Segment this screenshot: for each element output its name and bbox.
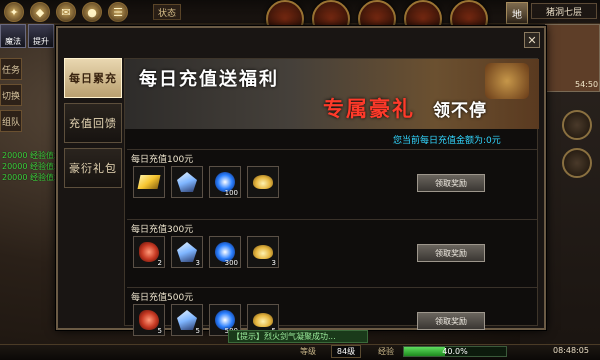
treasure-chest-icon [485,63,529,99]
recharge-dialog: ✕ 每日累充 充值回馈 豪衍礼包 每日充值送福利 专属豪礼 领不停 您当前每日充… [56,26,546,336]
system-notice: 【提示】烈火剑气凝聚成功... [228,330,368,343]
left-tabs: 任务 切换 组队 [0,58,26,136]
left-tab-team[interactable]: 组队 [0,110,22,132]
banner-subtitle-white: 领不停 [433,101,487,121]
reward-item-slot[interactable]: 3 [247,236,279,268]
tab-daily-recharge[interactable]: 每日累充 [64,58,122,98]
tab-luxury-pack[interactable]: 豪衍礼包 [64,148,122,188]
sword-icon[interactable] [562,110,592,140]
level-label: 等级 [300,347,316,356]
bag-icon[interactable]: ◆ [30,2,50,22]
map-button[interactable]: 地 [506,2,528,24]
reward-item-slot[interactable]: 2 [133,236,165,268]
crystal-icon [177,172,197,192]
item-quantity: 5 [195,327,200,335]
gold-bar-icon [137,175,161,189]
item-quantity: 3 [271,259,276,267]
reward-item-slot[interactable] [133,166,165,198]
item-quantity: 5 [157,327,162,335]
reward-item-slot[interactable]: 3 [171,236,203,268]
item-row: 2 3 300 3 [133,236,279,268]
avatar-magic[interactable]: 魔法 [0,24,26,48]
red-stone-icon [139,310,159,330]
minimap-time: 54:50 [575,80,599,89]
gold-ingot-icon [253,313,273,327]
claim-button[interactable]: 领取奖励 [417,244,485,262]
claim-button[interactable]: 领取奖励 [417,312,485,330]
crystal-icon [177,242,197,262]
xp-bar: 40.0% [403,346,507,357]
xp-label: 经验 [378,347,394,356]
map-name: 猪洞七层 [531,3,597,19]
dialog-content: 每日充值送福利 专属豪礼 领不停 您当前每日充值金额为:0元 每日充值100元 … [124,58,539,336]
reward-item-slot[interactable] [171,166,203,198]
level-value: 84级 [331,345,361,358]
claim-button[interactable]: 领取奖励 [417,174,485,192]
item-row: 100 [133,166,279,198]
red-stone-icon [139,242,159,262]
right-icon-column [562,110,592,186]
clock: 08:48:05 [553,346,589,355]
banner-subtitle-red: 专属豪礼 [323,96,415,121]
reward-tier: 每日充值100元 100 领取奖励 [127,149,537,209]
gold-icon[interactable]: ● [82,2,102,22]
item-quantity: 2 [157,259,162,267]
gold-ingot-icon [253,175,273,189]
tier-title: 每日充值300元 [131,225,194,235]
reward-tier: 每日充值300元 2 3 300 3 领取奖励 [127,219,537,279]
crystal-icon [177,310,197,330]
skill-icon[interactable]: ✦ [4,2,24,22]
reward-item-slot[interactable]: 100 [209,166,241,198]
shield-icon[interactable] [562,148,592,178]
promo-banner: 每日充值送福利 专属豪礼 领不停 [125,59,539,129]
mail-icon[interactable]: ✉ [56,2,76,22]
reward-item-slot[interactable] [247,166,279,198]
left-tab-switch[interactable]: 切换 [0,84,22,106]
xp-percent: 40.0% [442,347,468,356]
reward-item-slot[interactable]: 5 [171,304,203,336]
reward-item-slot[interactable]: 5 [133,304,165,336]
item-quantity: 100 [224,189,238,197]
avatar-row: 魔法 提升 [0,24,54,50]
item-quantity: 3 [195,259,200,267]
close-button[interactable]: ✕ [524,32,540,48]
status-button[interactable]: 状态 [153,4,181,20]
recharge-total: 您当前每日充值金额为:0元 [393,136,501,146]
tier-title: 每日充值500元 [131,293,194,303]
tab-recharge-feedback[interactable]: 充值回馈 [64,103,122,143]
item-quantity: 300 [224,259,238,267]
tier-title: 每日充值100元 [131,155,194,165]
avatar-upgrade[interactable]: 提升 [28,24,54,48]
chat-icon[interactable]: ☰ [108,2,128,22]
banner-title: 每日充值送福利 [139,69,279,90]
gold-ingot-icon [253,245,273,259]
dialog-nav: 每日累充 充值回馈 豪衍礼包 [64,58,122,193]
reward-item-slot[interactable]: 300 [209,236,241,268]
left-tab-quest[interactable]: 任务 [0,58,22,80]
